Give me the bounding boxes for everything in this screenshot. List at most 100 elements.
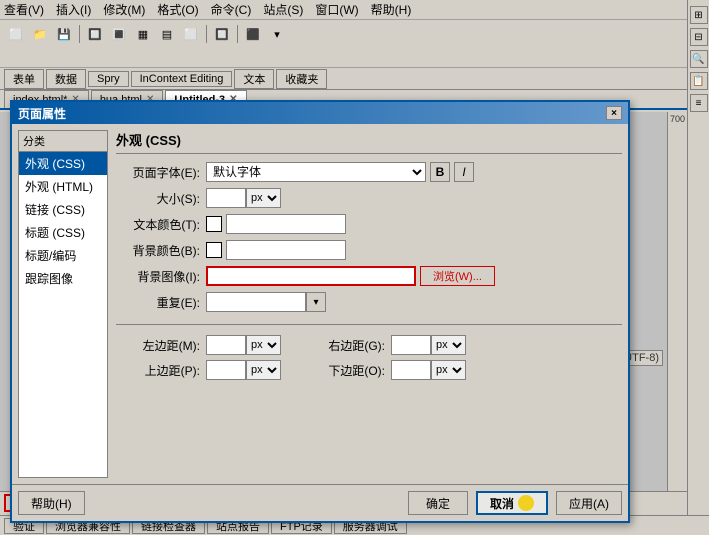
- sec-tab-incontext[interactable]: InContext Editing: [131, 71, 233, 87]
- bottom-margin-unit[interactable]: px: [431, 360, 466, 380]
- toolbar-btn-3[interactable]: 💾: [53, 24, 75, 44]
- left-margin-input[interactable]: [206, 335, 246, 355]
- menu-help[interactable]: 帮助(H): [371, 1, 412, 18]
- categories-title: 分类: [19, 131, 107, 152]
- bg-image-row: 背景图像(I): file:///D|/jcwww/9/pic/back.jpg…: [116, 266, 622, 286]
- bg-color-input[interactable]: [226, 240, 346, 260]
- lr-margin-row: 左边距(M): px 右边距(G): px: [116, 335, 622, 355]
- sec-tab-favorites[interactable]: 收藏夹: [276, 69, 327, 89]
- margin-section: 左边距(M): px 右边距(G): px: [116, 335, 622, 385]
- repeat-dropdown-btn[interactable]: ▾: [306, 292, 326, 312]
- right-sidebar: ⊞ ⊟ 🔍 📋 ≡: [687, 0, 709, 535]
- category-title-encoding[interactable]: 标题/编码: [19, 244, 107, 267]
- dialog-titlebar: 页面属性 ×: [12, 102, 628, 124]
- repeat-row: 重复(E): ▾: [116, 292, 622, 312]
- apply-button[interactable]: 应用(A): [556, 491, 622, 515]
- repeat-combo: ▾: [206, 292, 326, 312]
- menu-command[interactable]: 命令(C): [211, 1, 252, 18]
- sidebar-icon-5[interactable]: ≡: [690, 94, 708, 112]
- toolbar-sep-1: [79, 25, 80, 43]
- bold-button[interactable]: B: [430, 162, 450, 182]
- menu-window[interactable]: 窗口(W): [315, 1, 358, 18]
- toolbar-btn-2[interactable]: 📁: [29, 24, 51, 44]
- sec-tab-form[interactable]: 表单: [4, 69, 44, 89]
- text-color-swatch[interactable]: [206, 216, 222, 232]
- page-font-row: 页面字体(E): 默认字体 B I: [116, 162, 622, 182]
- size-input[interactable]: [206, 188, 246, 208]
- bottom-margin-input[interactable]: [391, 360, 431, 380]
- help-button[interactable]: 帮助(H): [18, 491, 85, 515]
- sidebar-icon-4[interactable]: 📋: [690, 72, 708, 90]
- size-row: 大小(S): px: [116, 188, 622, 208]
- toolbar-btn-10[interactable]: ⬛: [242, 24, 264, 44]
- sec-tab-spry[interactable]: Spry: [88, 71, 129, 87]
- menu-site[interactable]: 站点(S): [263, 1, 303, 18]
- left-margin-combo: px: [206, 335, 281, 355]
- bg-color-label: 背景颜色(B):: [116, 242, 206, 259]
- menubar: 查看(V) 插入(I) 修改(M) 格式(O) 命令(C) 站点(S) 窗口(W…: [0, 0, 709, 20]
- page-properties-dialog: 页面属性 × 分类 外观 (CSS) 外观 (HTML) 链接 (CSS) 标题…: [10, 100, 630, 523]
- toolbar-btn-8[interactable]: ⬜: [180, 24, 202, 44]
- dialog-action-buttons: 确定 取消 应用(A): [408, 491, 622, 515]
- text-color-combo: [206, 214, 346, 234]
- menu-view[interactable]: 查看(V): [4, 1, 44, 18]
- toolbar-btn-6[interactable]: ▦: [132, 24, 154, 44]
- sidebar-icon-3[interactable]: 🔍: [690, 50, 708, 68]
- appearance-panel-title: 外观 (CSS): [116, 130, 622, 154]
- sidebar-icon-1[interactable]: ⊞: [690, 6, 708, 24]
- right-margin-combo: px: [391, 335, 466, 355]
- toolbar-row-1: ⬜ 📁 💾 🔲 🔳 ▦ ▤ ⬜ 🔲 ⬛ ▾: [4, 22, 705, 46]
- cancel-label: 取消: [490, 495, 514, 512]
- size-unit-select[interactable]: px: [246, 188, 281, 208]
- cancel-icon: [518, 495, 534, 511]
- menu-format[interactable]: 格式(O): [157, 1, 198, 18]
- category-links-css[interactable]: 链接 (CSS): [19, 198, 107, 221]
- category-headings-css[interactable]: 标题 (CSS): [19, 221, 107, 244]
- category-tracing-image[interactable]: 跟踪图像: [19, 267, 107, 290]
- category-appearance-html[interactable]: 外观 (HTML): [19, 175, 107, 198]
- dialog-title: 页面属性: [18, 105, 66, 122]
- bottom-margin-combo: px: [391, 360, 466, 380]
- sec-tab-text[interactable]: 文本: [234, 69, 274, 89]
- page-font-select[interactable]: 默认字体: [206, 162, 426, 182]
- toolbar-btn-1[interactable]: ⬜: [5, 24, 27, 44]
- menu-modify[interactable]: 修改(M): [103, 1, 145, 18]
- category-appearance-css[interactable]: 外观 (CSS): [19, 152, 107, 175]
- italic-button[interactable]: I: [454, 162, 474, 182]
- bg-image-input[interactable]: file:///D|/jcwww/9/pic/back.jpg: [206, 266, 416, 286]
- text-color-label: 文本颜色(T):: [116, 216, 206, 233]
- ok-button[interactable]: 确定: [408, 491, 468, 515]
- dialog-close-button[interactable]: ×: [606, 106, 622, 120]
- toolbar-btn-4[interactable]: 🔲: [84, 24, 106, 44]
- ruler-label: 700: [670, 114, 685, 124]
- bottom-margin-label: 下边距(O):: [301, 362, 391, 379]
- toolbar-btn-11[interactable]: ▾: [266, 24, 288, 44]
- top-margin-combo: px: [206, 360, 281, 380]
- cancel-button[interactable]: 取消: [476, 491, 548, 515]
- browse-button[interactable]: 浏览(W)...: [420, 266, 495, 286]
- page-font-label: 页面字体(E):: [116, 164, 206, 181]
- toolbar-btn-5[interactable]: 🔳: [108, 24, 130, 44]
- toolbar-sep-2: [206, 25, 207, 43]
- menu-insert[interactable]: 插入(I): [56, 1, 91, 18]
- bg-color-row: 背景颜色(B):: [116, 240, 622, 260]
- right-margin-input[interactable]: [391, 335, 431, 355]
- page-font-combo: 默认字体 B I: [206, 162, 474, 182]
- left-margin-label: 左边距(M):: [116, 337, 206, 354]
- left-margin-unit[interactable]: px: [246, 335, 281, 355]
- right-margin-unit[interactable]: px: [431, 335, 466, 355]
- form-panel: 外观 (CSS) 页面字体(E): 默认字体 B I 大小(S):: [116, 130, 622, 478]
- dialog-footer: 帮助(H) 确定 取消 应用(A): [12, 484, 628, 521]
- toolbar-btn-7[interactable]: ▤: [156, 24, 178, 44]
- top-margin-unit[interactable]: px: [246, 360, 281, 380]
- sidebar-icon-2[interactable]: ⊟: [690, 28, 708, 46]
- sec-tab-data[interactable]: 数据: [46, 69, 86, 89]
- text-color-row: 文本颜色(T):: [116, 214, 622, 234]
- top-margin-input[interactable]: [206, 360, 246, 380]
- text-color-input[interactable]: [226, 214, 346, 234]
- form-separator: [116, 324, 622, 325]
- repeat-input[interactable]: [206, 292, 306, 312]
- secondary-tabs: 表单 数据 Spry InContext Editing 文本 收藏夹: [0, 68, 709, 90]
- bg-color-swatch[interactable]: [206, 242, 222, 258]
- toolbar-btn-9[interactable]: 🔲: [211, 24, 233, 44]
